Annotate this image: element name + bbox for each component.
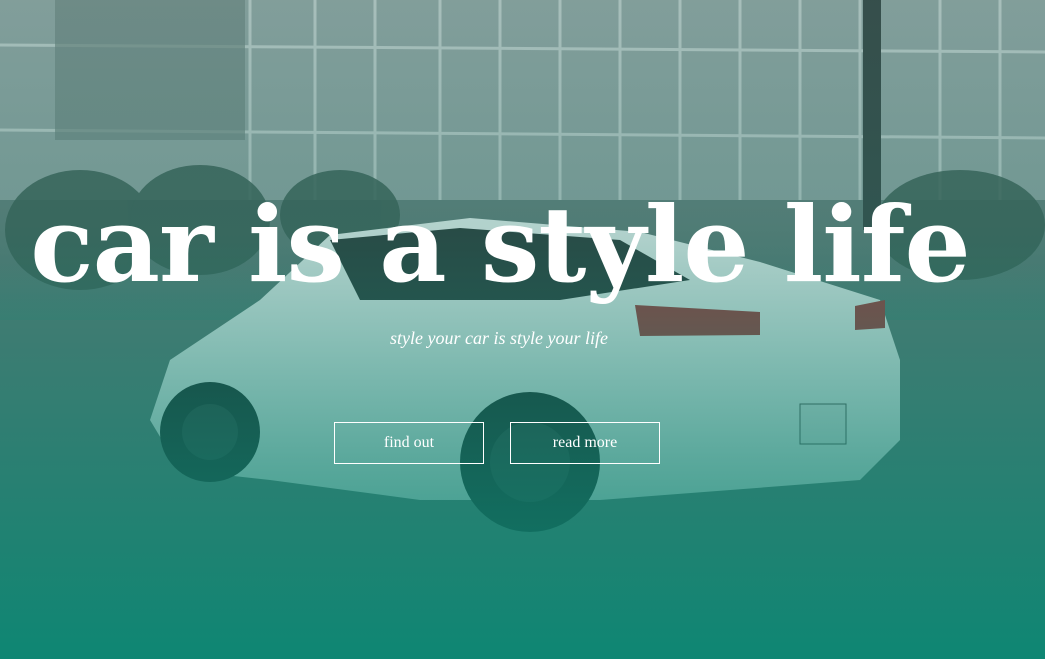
hero-section: car is a style life style your car is st…	[0, 0, 1045, 659]
hero-content: car is a style life style your car is st…	[0, 0, 1045, 659]
read-more-button[interactable]: read more	[510, 422, 660, 464]
hero-tagline: style your car is style your life	[390, 328, 608, 348]
find-out-button[interactable]: find out	[334, 422, 484, 464]
hero-headline: car is a style life	[30, 183, 970, 306]
